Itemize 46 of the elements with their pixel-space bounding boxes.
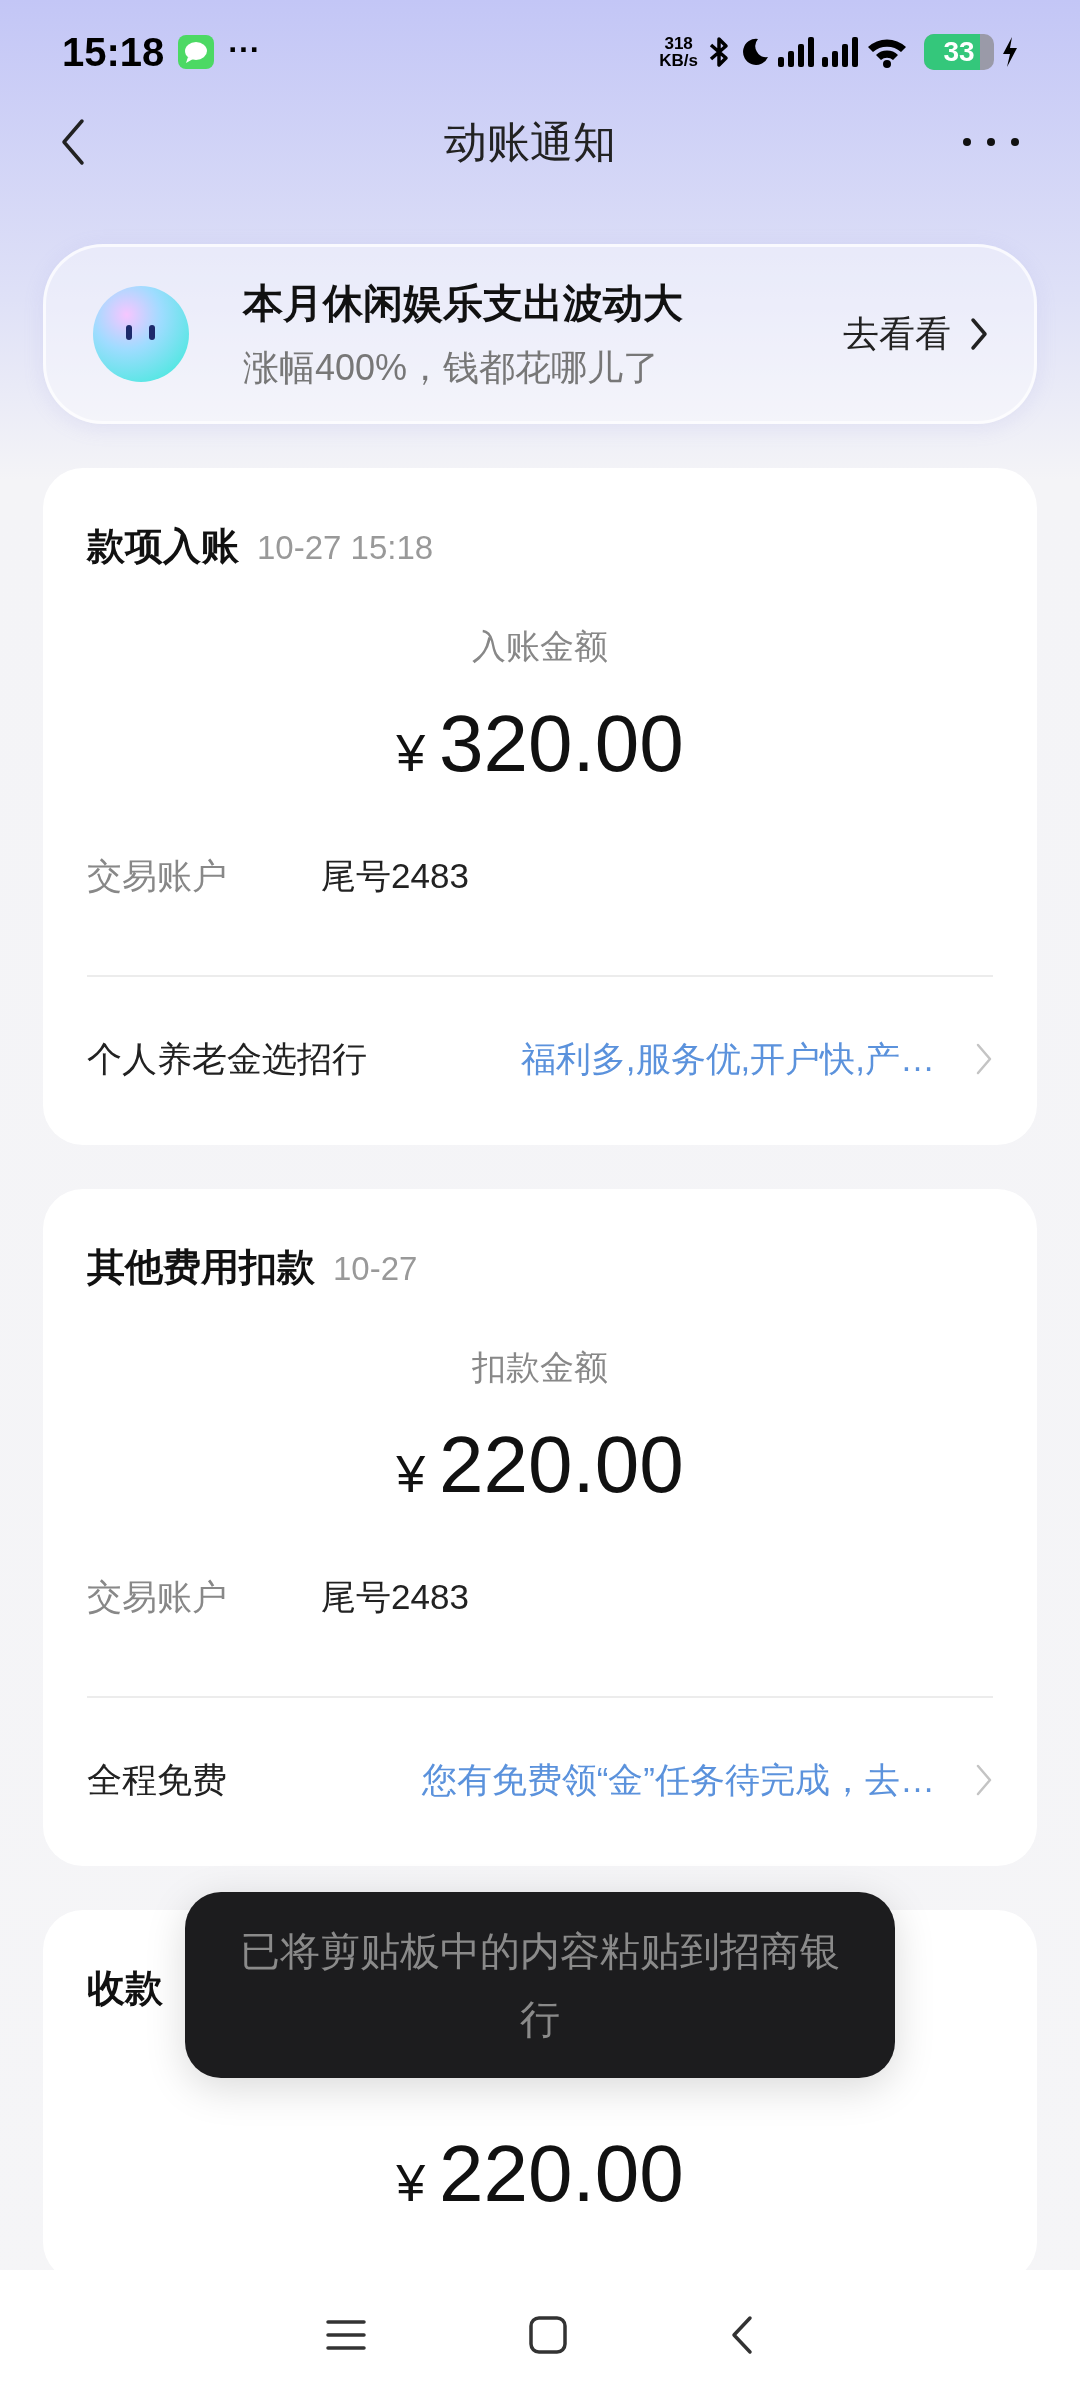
amount-label: 扣款金额 (472, 1347, 608, 1388)
currency-symbol: ¥ (396, 2153, 426, 2214)
amount-label: 入账金额 (472, 626, 608, 667)
amount-value: 220.00 (439, 2128, 684, 2220)
menu-icon (326, 2318, 366, 2352)
mascot-icon (91, 284, 191, 384)
network-speed-value: 318 (664, 35, 693, 52)
battery-icon: 33 (924, 34, 994, 70)
amount-value: 320.00 (439, 698, 684, 790)
account-value: 尾号2483 (321, 855, 469, 897)
promo-row[interactable]: 全程免费 您有免费领“金”任务待完成，去… (87, 1753, 993, 1806)
chevron-right-icon (969, 317, 989, 351)
currency-symbol: ¥ (396, 723, 426, 784)
back-icon (730, 2315, 754, 2355)
charging-icon (1002, 37, 1018, 67)
signal-icon (822, 37, 858, 67)
banner-title: 本月休闲娱乐支出波动大 (243, 280, 684, 327)
transaction-title: 款项入账 (87, 524, 239, 569)
banner-action: 去看看 (843, 312, 951, 356)
banner-subtitle: 涨幅400%，钱都花哪儿了 (243, 346, 661, 390)
toast-message: 已将剪贴板中的内容粘贴到招商银行 (185, 1892, 895, 2078)
promo-label: 全程免费 (87, 1758, 227, 1801)
moon-icon (740, 37, 770, 67)
page-title: 动账通知 (444, 116, 616, 168)
amount-value: 220.00 (439, 1419, 684, 1511)
promo-row[interactable]: 个人养老金选招行 福利多,服务优,开户快,产… (87, 1032, 993, 1085)
more-notifications: ··· (228, 33, 261, 69)
promo-banner[interactable]: 本月休闲娱乐支出波动大 涨幅400%，钱都花哪儿了 去看看 (43, 244, 1037, 424)
transaction-time: 10-27 (333, 1249, 418, 1289)
back-icon (60, 118, 86, 166)
signal-icon (778, 37, 814, 67)
more-icon (962, 137, 1020, 147)
currency-symbol: ¥ (396, 1444, 426, 1505)
account-value: 尾号2483 (321, 1576, 469, 1618)
chevron-right-icon (975, 1041, 993, 1076)
transaction-time: 10-27 15:18 (257, 528, 434, 568)
message-icon (178, 35, 215, 69)
promo-label: 个人养老金选招行 (87, 1037, 367, 1080)
square-icon (528, 2315, 568, 2355)
network-speed-unit: KB/s (659, 52, 698, 69)
transaction-title: 收款 (87, 1966, 163, 2011)
clock: 15:18 (62, 29, 165, 76)
chevron-right-icon (975, 1762, 993, 1797)
transaction-title: 其他费用扣款 (87, 1245, 315, 1290)
account-label: 交易账户 (87, 1576, 228, 1618)
account-label: 交易账户 (87, 855, 228, 897)
